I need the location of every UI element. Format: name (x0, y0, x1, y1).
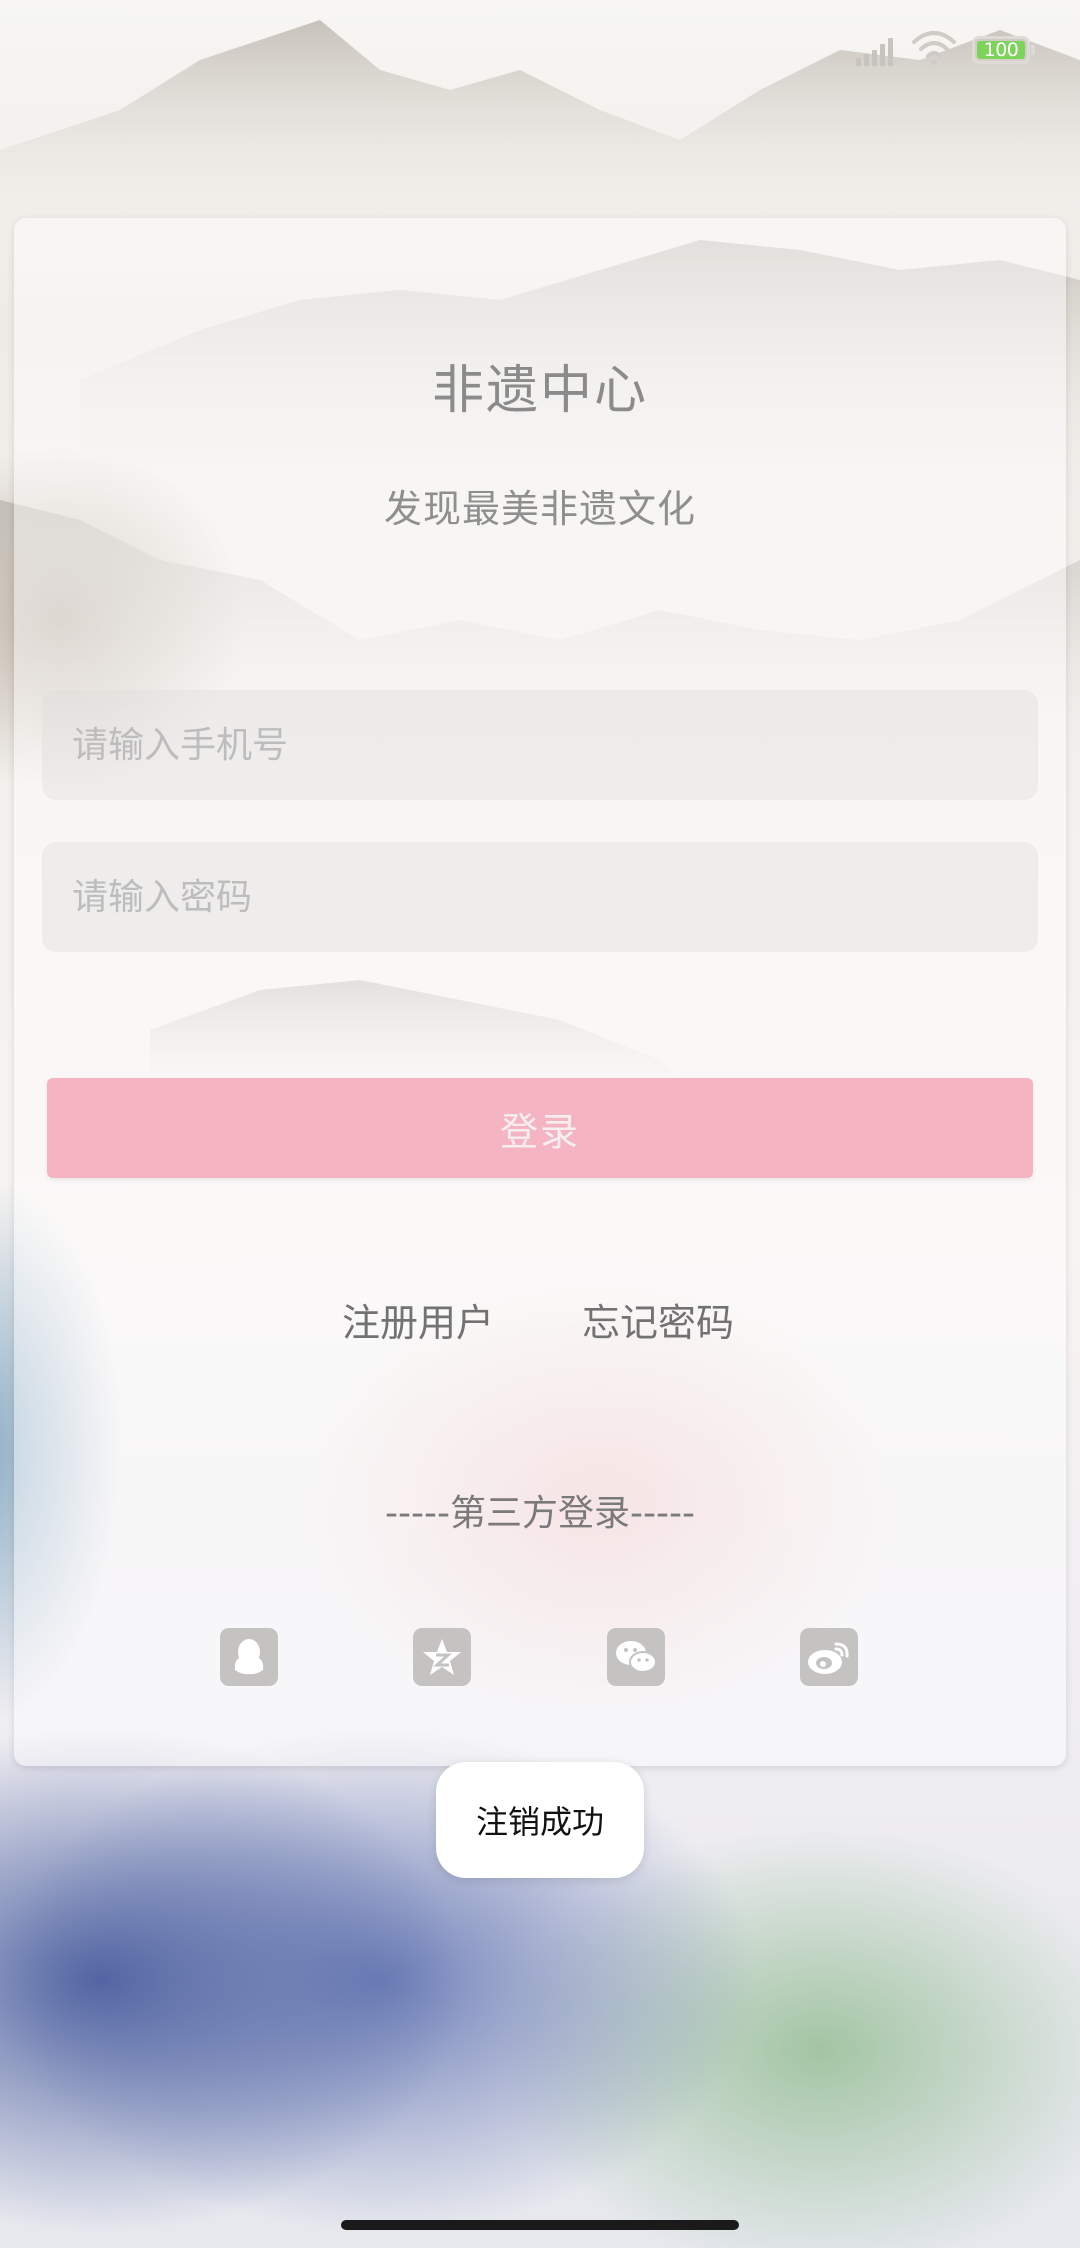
wechat-icon[interactable] (607, 1628, 665, 1686)
app-title: 非遗中心 (431, 361, 648, 421)
qzone-icon[interactable] (413, 1628, 471, 1686)
app-subtitle: 发现最美非遗文化 (383, 487, 696, 531)
third-party-login-heading: -----第三方登录----- (385, 1493, 695, 1534)
qq-icon[interactable] (220, 1628, 278, 1686)
battery-icon: 100 (972, 36, 1030, 64)
battery-level: 100 (983, 39, 1019, 61)
password-input[interactable] (42, 842, 1038, 952)
forgot-password-link[interactable]: 忘记密码 (582, 1292, 734, 1347)
register-link[interactable]: 注册用户 (342, 1292, 494, 1347)
home-indicator[interactable] (341, 2220, 739, 2230)
signal-icon (856, 36, 896, 66)
battery-tip (1031, 45, 1035, 55)
toast-message: 注销成功 (436, 1762, 644, 1878)
login-button[interactable]: 登录 (47, 1078, 1033, 1178)
status-bar: 100 (0, 0, 1080, 100)
phone-input[interactable] (42, 690, 1038, 800)
wifi-icon (912, 31, 956, 65)
weibo-icon[interactable] (800, 1628, 858, 1686)
